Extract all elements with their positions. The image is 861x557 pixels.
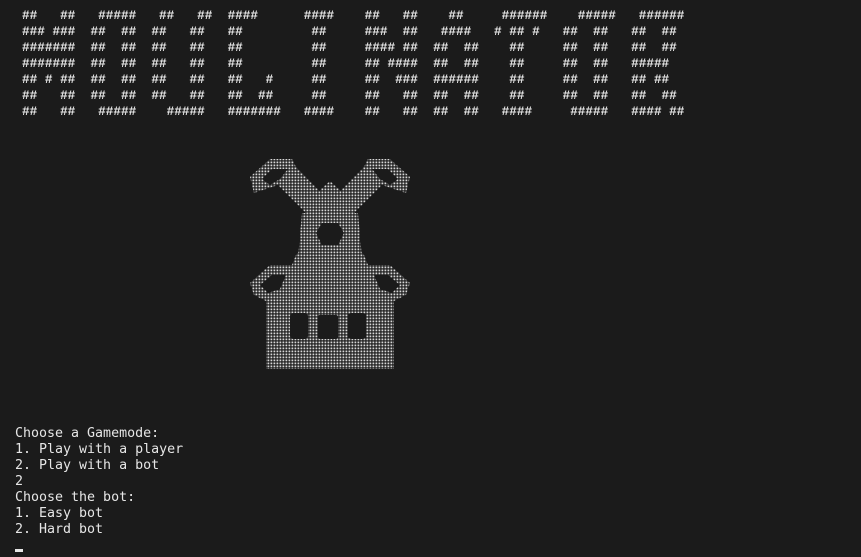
bot-prompt: Choose the bot: xyxy=(15,490,136,505)
bot-option-hard: 2. Hard bot xyxy=(15,522,104,537)
banner-line: ### ### ## ## ## ## ## ## ### ## #### # … xyxy=(22,24,677,39)
console-output: Choose a Gamemode: 1. Play with a player… xyxy=(15,426,183,554)
text-cursor xyxy=(15,549,23,552)
banner-line: ####### ## ## ## ## ## ## ## #### ## ## … xyxy=(22,56,670,71)
banner-line: ## # ## ## ## ## ## ## # ## ## ### #####… xyxy=(22,72,670,87)
terminal-window: ## ## ##### ## ## #### #### ## ## ## ###… xyxy=(0,0,861,552)
banner-line: ## ## ##### ## ## #### #### ## ## ## ###… xyxy=(22,8,685,23)
bot-option-easy: 1. Easy bot xyxy=(15,506,104,521)
gamemode-option-bot: 2. Play with a bot xyxy=(15,458,160,473)
ascii-title-banner: ## ## ##### ## ## #### #### ## ## ## ###… xyxy=(22,8,684,120)
banner-line: ## ## ##### ##### ####### #### ## ## ## … xyxy=(22,104,685,119)
windmill-icon xyxy=(240,155,420,375)
gamemode-option-player: 1. Play with a player xyxy=(15,442,184,457)
gamemode-input: 2 xyxy=(15,474,24,489)
windmill-art xyxy=(240,155,420,375)
banner-line: ## ## ## ## ## ## ## ## ## ## ## ## ## #… xyxy=(22,88,677,103)
banner-line: ####### ## ## ## ## ## ## #### ## ## ## … xyxy=(22,40,677,55)
gamemode-prompt: Choose a Gamemode: xyxy=(15,426,160,441)
input-line[interactable] xyxy=(15,538,183,554)
